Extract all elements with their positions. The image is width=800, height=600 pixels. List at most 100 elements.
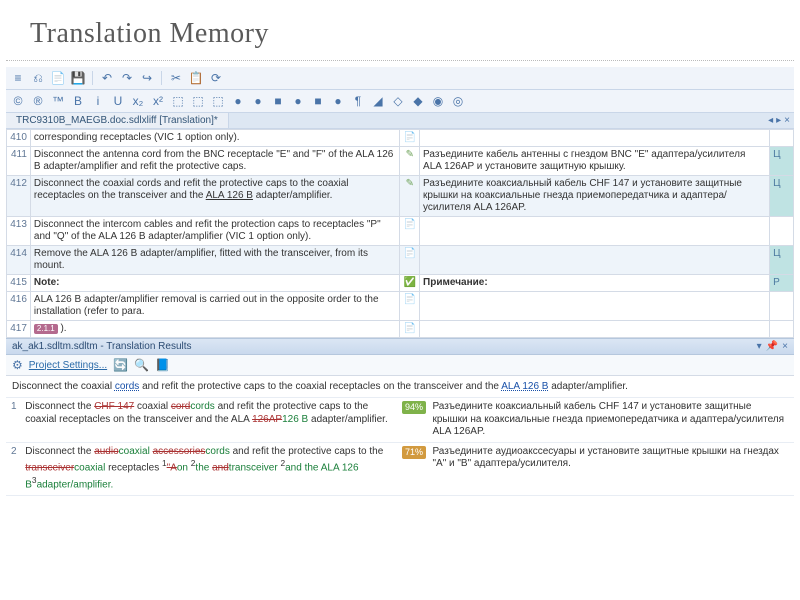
segment-target[interactable]	[420, 292, 770, 321]
segment-number: 411	[7, 147, 31, 176]
toolbar-format-btn-0[interactable]: ©	[10, 93, 26, 109]
segment-flag	[770, 321, 794, 338]
segment-flag: P	[770, 275, 794, 292]
segment-source[interactable]: Disconnect the coaxial cords and refit t…	[30, 176, 400, 217]
segment-flag: Ц	[770, 246, 794, 275]
toolbar-primary: ≡⎌📄💾 ↶↷↪ ✂📋⟳	[6, 67, 794, 90]
tab-next-icon[interactable]: ▸	[776, 115, 781, 126]
segment-row[interactable]: 411Disconnect the antenna cord from the …	[7, 147, 794, 176]
tm-match-number: 2	[6, 442, 20, 495]
toolbar-format-btn-1[interactable]: ®	[30, 93, 46, 109]
tm-match-target: Разъедините коаксиальный кабель CHF 147 …	[427, 398, 794, 442]
segment-row[interactable]: 4172.1.1 ).📄	[7, 321, 794, 338]
segment-number: 417	[7, 321, 31, 338]
segment-flag	[770, 217, 794, 246]
toolbar-primary-btn-5[interactable]: ↷	[119, 70, 135, 86]
segment-row[interactable]: 412Disconnect the coaxial cords and refi…	[7, 176, 794, 217]
toolbar-format-btn-19[interactable]: ◇	[390, 93, 406, 109]
toolbar-format-btn-20[interactable]: ◆	[410, 93, 426, 109]
toolbar-format-btn-14[interactable]: ●	[290, 93, 306, 109]
segment-source[interactable]: corresponding receptacles (VIC 1 option …	[30, 130, 400, 147]
segment-status-icon: 📄	[400, 321, 420, 338]
toolbar-format-btn-4[interactable]: i	[90, 93, 106, 109]
toolbar-format-btn-17[interactable]: ¶	[350, 93, 366, 109]
segment-flag	[770, 130, 794, 147]
segment-target[interactable]: Разъедините кабель антенны с гнездом BNC…	[420, 147, 770, 176]
segment-number: 415	[7, 275, 31, 292]
toolbar-format-btn-3[interactable]: B	[70, 93, 86, 109]
toolbar-primary-btn-1[interactable]: ⎌	[30, 70, 46, 86]
segment-row[interactable]: 416ALA 126 B adapter/amplifier removal i…	[7, 292, 794, 321]
segment-number: 416	[7, 292, 31, 321]
title-rule	[6, 60, 794, 61]
panel-close-icon[interactable]: ×	[782, 341, 788, 352]
toolbar-format-btn-16[interactable]: ●	[330, 93, 346, 109]
toolbar-primary-btn-8[interactable]: 📋	[188, 70, 204, 86]
toolbar-format-btn-21[interactable]: ◉	[430, 93, 446, 109]
toolbar-format-btn-12[interactable]: ●	[250, 93, 266, 109]
segment-source[interactable]: 2.1.1 ).	[30, 321, 400, 338]
segment-source[interactable]: ALA 126 B adapter/amplifier removal is c…	[30, 292, 400, 321]
segment-row[interactable]: 414Remove the ALA 126 B adapter/amplifie…	[7, 246, 794, 275]
toolbar-format-btn-11[interactable]: ●	[230, 93, 246, 109]
toolbar-format-btn-22[interactable]: ◎	[450, 93, 466, 109]
toolbar-format-btn-9[interactable]: ⬚	[190, 93, 206, 109]
segment-flag: Ц	[770, 147, 794, 176]
tm-match-source: Disconnect the CHF 147 coaxial cordcords…	[20, 398, 397, 442]
segment-number: 412	[7, 176, 31, 217]
tm-match-row[interactable]: 1Disconnect the CHF 147 coaxial cordcord…	[6, 398, 794, 442]
tm-match-row[interactable]: 2Disconnect the audiocoaxial accessories…	[6, 442, 794, 495]
segment-source[interactable]: Disconnect the intercom cables and refit…	[30, 217, 400, 246]
segment-target[interactable]	[420, 321, 770, 338]
project-settings-icon[interactable]: ⚙	[12, 358, 23, 372]
toolbar-format-btn-5[interactable]: U	[110, 93, 126, 109]
toolbar-format-btn-2[interactable]: ™	[50, 93, 66, 109]
segment-row[interactable]: 415Note:✅Примечание:P	[7, 275, 794, 292]
segment-source[interactable]: Remove the ALA 126 B adapter/amplifier, …	[30, 246, 400, 275]
toolbar-primary-btn-4[interactable]: ↶	[99, 70, 115, 86]
tm-lookup-icon[interactable]: 🔍	[134, 358, 149, 372]
toolbar-format-btn-8[interactable]: ⬚	[170, 93, 186, 109]
toolbar-primary-btn-6[interactable]: ↪	[139, 70, 155, 86]
toolbar-format-btn-18[interactable]: ◢	[370, 93, 386, 109]
segment-row[interactable]: 413Disconnect the intercom cables and re…	[7, 217, 794, 246]
segment-target[interactable]	[420, 217, 770, 246]
slide-title: Translation Memory	[0, 0, 800, 60]
editor-grid: 410corresponding receptacles (VIC 1 opti…	[6, 129, 794, 338]
toolbar-primary-btn-9[interactable]: ⟳	[208, 70, 224, 86]
segment-target[interactable]: Разъедините коаксиальный кабель CHF 147 …	[420, 176, 770, 217]
toolbar-format-btn-13[interactable]: ■	[270, 93, 286, 109]
tm-lookup-sentence: Disconnect the coaxial cords and refit t…	[6, 376, 794, 398]
segment-row[interactable]: 410corresponding receptacles (VIC 1 opti…	[7, 130, 794, 147]
segment-status-icon: ✎	[400, 147, 420, 176]
toolbar-primary-btn-3[interactable]: 💾	[70, 70, 86, 86]
segment-source[interactable]: Disconnect the antenna cord from the BNC…	[30, 147, 400, 176]
tab-prev-icon[interactable]: ◂	[768, 115, 773, 126]
toolbar-primary-btn-7[interactable]: ✂	[168, 70, 184, 86]
tm-match-target: Разъедините аудиоакссесуары и установите…	[427, 442, 794, 495]
toolbar-primary-btn-2[interactable]: 📄	[50, 70, 66, 86]
tab-close-icon[interactable]: ×	[784, 115, 790, 126]
segment-number: 410	[7, 130, 31, 147]
tm-match-score: 71%	[397, 442, 428, 495]
segment-target[interactable]: Примечание:	[420, 275, 770, 292]
tm-refresh-icon[interactable]: 🔄	[113, 358, 128, 372]
panel-autohide-icon[interactable]: 📌	[766, 341, 778, 352]
toolbar-format-btn-10[interactable]: ⬚	[210, 93, 226, 109]
toolbar-format-btn-15[interactable]: ■	[310, 93, 326, 109]
toolbar-format-btn-7[interactable]: x²	[150, 93, 166, 109]
panel-pin-icon[interactable]: ▾	[757, 341, 762, 352]
tm-options-icon[interactable]: 📘	[155, 358, 170, 372]
document-tab[interactable]: TRC9310B_MAEGB.doc.sdlxliff [Translation…	[6, 113, 229, 128]
toolbar-primary-btn-0[interactable]: ≡	[10, 70, 26, 86]
segment-status-icon: 📄	[400, 217, 420, 246]
tm-panel-header: ak_ak1.sdltm.sdltm - Translation Results…	[6, 338, 794, 355]
segment-target[interactable]	[420, 130, 770, 147]
tm-match-source: Disconnect the audiocoaxial accessoriesc…	[20, 442, 397, 495]
segment-target[interactable]	[420, 246, 770, 275]
project-settings-link[interactable]: Project Settings...	[29, 360, 107, 371]
toolbar-format-btn-6[interactable]: x₂	[130, 93, 146, 109]
segment-source[interactable]: Note:	[30, 275, 400, 292]
segment-flag	[770, 292, 794, 321]
tab-nav-icons: ◂ ▸ ×	[768, 115, 794, 126]
